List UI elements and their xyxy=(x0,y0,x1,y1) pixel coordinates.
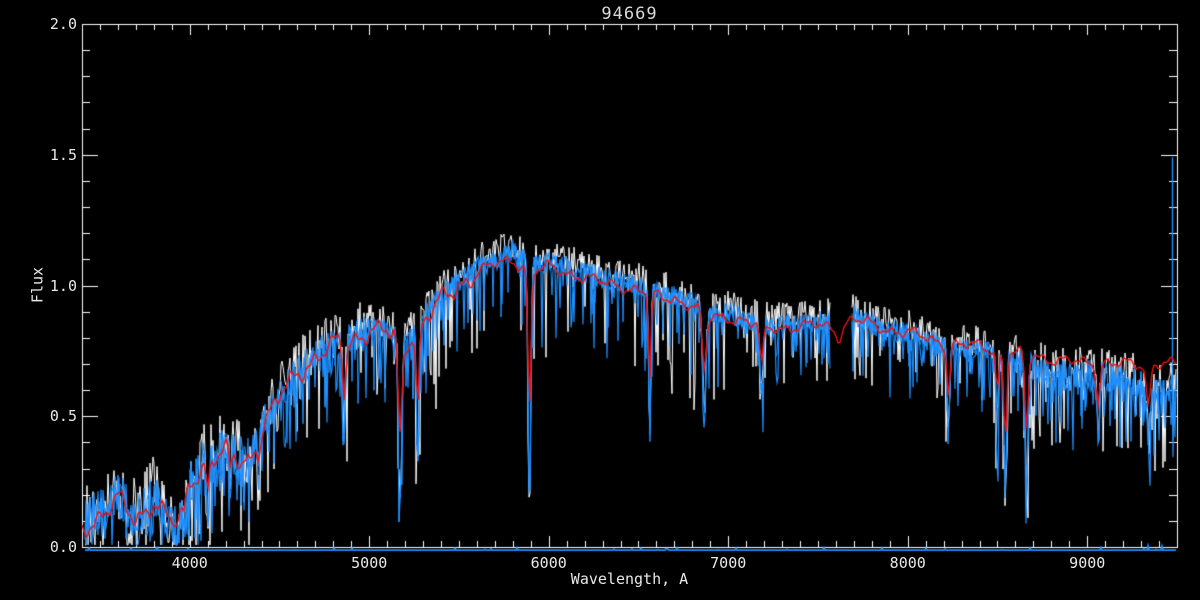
y-tick-label: 2.0 xyxy=(49,15,77,33)
x-tick-label: 5000 xyxy=(351,554,388,572)
spectrum-plot-window: 94669 Flux Wavelength, A 4000 5000 6000 700… xyxy=(0,0,1200,600)
plot-title: 94669 xyxy=(601,4,658,24)
y-tick-label: 1.5 xyxy=(49,145,77,164)
x-tick-label: 9000 xyxy=(1069,554,1106,572)
x-tick-label: 6000 xyxy=(530,554,567,572)
x-tick-label: 8000 xyxy=(889,554,926,572)
y-tick-label: 0.0 xyxy=(49,538,77,556)
x-axis-label: Wavelength, A xyxy=(570,570,689,588)
x-tick-label: 4000 xyxy=(171,554,208,572)
y-tick-label: 1.0 xyxy=(49,276,77,295)
spectrum-plot-canvas xyxy=(0,0,1200,600)
x-tick-label: 7000 xyxy=(710,554,747,572)
y-tick-label: 0.5 xyxy=(49,407,77,426)
